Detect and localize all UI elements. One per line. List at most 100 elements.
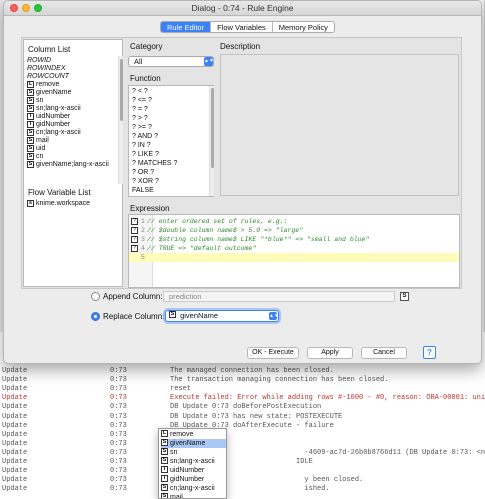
expression-label: Expression (130, 204, 170, 213)
dropdown-option-badge: S (161, 457, 168, 464)
flow-variable-item-label: knime.workspace (36, 200, 91, 207)
tab-rule-editor[interactable]: Rule Editor (161, 22, 212, 32)
log-message: DB Update 0:73 doBeforePostExecution (170, 403, 322, 412)
replace-column-value: givenName (180, 311, 219, 320)
column-list-item[interactable]: Ssn (27, 97, 43, 105)
column-type-badge: S (27, 153, 34, 160)
tab-memory-policy[interactable]: Memory Policy (273, 22, 334, 32)
function-list-item[interactable]: ? > ? (132, 115, 148, 123)
help-button[interactable]: ? (423, 346, 436, 359)
column-type-badge: I (27, 121, 34, 128)
column-list-item-label: ROWCOUNT (27, 73, 69, 80)
category-label: Category (130, 42, 163, 51)
function-list-scroll-thumb[interactable] (211, 88, 214, 168)
append-type-badge: S (400, 292, 409, 301)
line-number: 1 (141, 218, 145, 225)
dropdown-option-label: cn;lang-x-ascii (170, 485, 215, 492)
dropdown-option-label: sn (170, 449, 178, 456)
expression-editor[interactable]: ? 1// enter ordered set of rules, e.g.:? 2… (128, 214, 460, 288)
log-message: DB Update 0:73 has new state: POSTEXECUT… (170, 412, 343, 421)
log-entry: Update 0:73 DB Update 0:73 has new state: … (2, 413, 342, 421)
function-list-item[interactable]: ? >= ? (132, 124, 152, 132)
flow-variable-list-title: Flow Variable List (28, 188, 91, 197)
function-list-item[interactable]: ? = ? (132, 106, 148, 114)
dropdown-option-badge: S (161, 484, 168, 491)
column-list-item[interactable]: IgidNumber (27, 121, 70, 129)
dropdown-option[interactable]: Smail (161, 493, 226, 499)
column-list-item[interactable]: Smail (27, 137, 49, 145)
dropdown-option[interactable]: SgivenName (161, 439, 226, 448)
function-list-item[interactable]: ? < ? (132, 88, 148, 96)
tab-flow-variables[interactable]: Flow Variables (211, 22, 273, 32)
append-column-radio[interactable] (91, 292, 100, 301)
flow-variable-item[interactable]: s knime.workspace (27, 200, 90, 208)
dropdown-option-label: mail (170, 494, 183, 499)
log-message: Execute failed: Error while adding rows … (170, 394, 485, 403)
column-type-badge: S (27, 129, 34, 136)
tab-bar: Rule Editor Flow Variables Memory Policy (160, 21, 335, 33)
function-list-item[interactable]: ? XOR ? (132, 178, 159, 186)
log-entry: Update 0:73 The transaction managing conne… (2, 376, 388, 384)
column-list-item[interactable]: Suid (27, 145, 45, 153)
log-source: Update (2, 458, 28, 466)
dropdown-option-label: gidNumber (170, 476, 205, 483)
replace-column-select[interactable]: S givenName ▲▼ (165, 310, 279, 322)
log-source: Update (2, 467, 28, 476)
column-list-item[interactable]: ROWCOUNT (27, 73, 69, 81)
column-list-scrollbar[interactable] (118, 56, 123, 184)
column-list-item[interactable]: ROWINDEX (27, 65, 66, 73)
function-label: Function (130, 74, 161, 83)
function-list-item[interactable]: ? OR ? (132, 169, 154, 177)
apply-button[interactable]: Apply (307, 347, 353, 359)
log-entry: Update 0:73 Execute failed: Error while ad… (2, 394, 485, 402)
column-list-item[interactable]: SgivenName (27, 89, 71, 97)
expression-code: // $string column name$ LIKE "*blue*" =>… (147, 236, 370, 243)
column-list-item[interactable]: Lremove (27, 81, 59, 89)
column-list-item[interactable]: ROWID (27, 57, 51, 65)
replace-column-label: Replace Column: (103, 312, 165, 321)
rule-status-icon: ? (131, 227, 138, 234)
function-list-item[interactable]: ? <= ? (132, 97, 152, 105)
log-entry: Update 0:73 reset (2, 385, 191, 393)
column-list-item[interactable]: SgivenName;lang-x-ascii (27, 161, 109, 169)
dropdown-option-badge: S (161, 448, 168, 455)
column-type-badge: I (27, 113, 34, 120)
column-list-item-label: gidNumber (36, 121, 71, 128)
function-list-item[interactable]: ? AND ? (132, 133, 158, 141)
replace-type-badge: S (169, 311, 176, 318)
column-type-badge: S (27, 105, 34, 112)
dropdown-option[interactable]: Ssn;lang-x-ascii (161, 457, 226, 466)
column-type-badge: S (27, 161, 34, 168)
column-list-item[interactable]: Scn (27, 153, 43, 161)
dropdown-option[interactable]: Scn;lang-x-ascii (161, 484, 226, 493)
line-number: 5 (141, 254, 145, 261)
replace-column-radio[interactable] (91, 312, 100, 321)
ok-execute-button[interactable]: OK - Execute (247, 347, 299, 359)
dropdown-option-label: remove (170, 431, 194, 438)
expression-code: // TRUE => "default outcome" (147, 245, 257, 252)
dropdown-option[interactable]: Lremove (161, 430, 226, 439)
column-list-item[interactable]: Ssn;lang-x-ascii (27, 105, 81, 113)
log-node: 0:73 (110, 394, 127, 403)
cancel-button[interactable]: Cancel (361, 347, 407, 359)
function-list-item[interactable]: FALSE (132, 187, 154, 195)
dropdown-option[interactable]: IuidNumber (161, 466, 226, 475)
line-number: 3 (141, 236, 145, 243)
category-select[interactable]: All ▲▼ (128, 56, 214, 67)
log-node: 0:73 (110, 385, 127, 394)
log-source: Update (2, 367, 28, 375)
dropdown-option[interactable]: Ssn (161, 448, 226, 457)
column-list-item-label: cn (36, 153, 44, 160)
function-list-scrollbar[interactable] (209, 86, 214, 196)
append-column-field[interactable]: prediction (163, 291, 395, 302)
column-type-badge: S (27, 145, 34, 152)
function-list-item[interactable]: ? IN ? (132, 142, 151, 150)
category-value: All (134, 57, 143, 66)
column-list-item[interactable]: Scn;lang-x-ascii (27, 129, 81, 137)
function-list-item[interactable]: ? LIKE ? (132, 151, 159, 159)
dropdown-option[interactable]: IgidNumber (161, 475, 226, 484)
column-list-item[interactable]: IuidNumber (27, 113, 70, 121)
function-list-item[interactable]: ? MATCHES ? (132, 160, 177, 168)
column-list-scroll-thumb[interactable] (120, 59, 123, 121)
log-source: Update (2, 403, 28, 412)
